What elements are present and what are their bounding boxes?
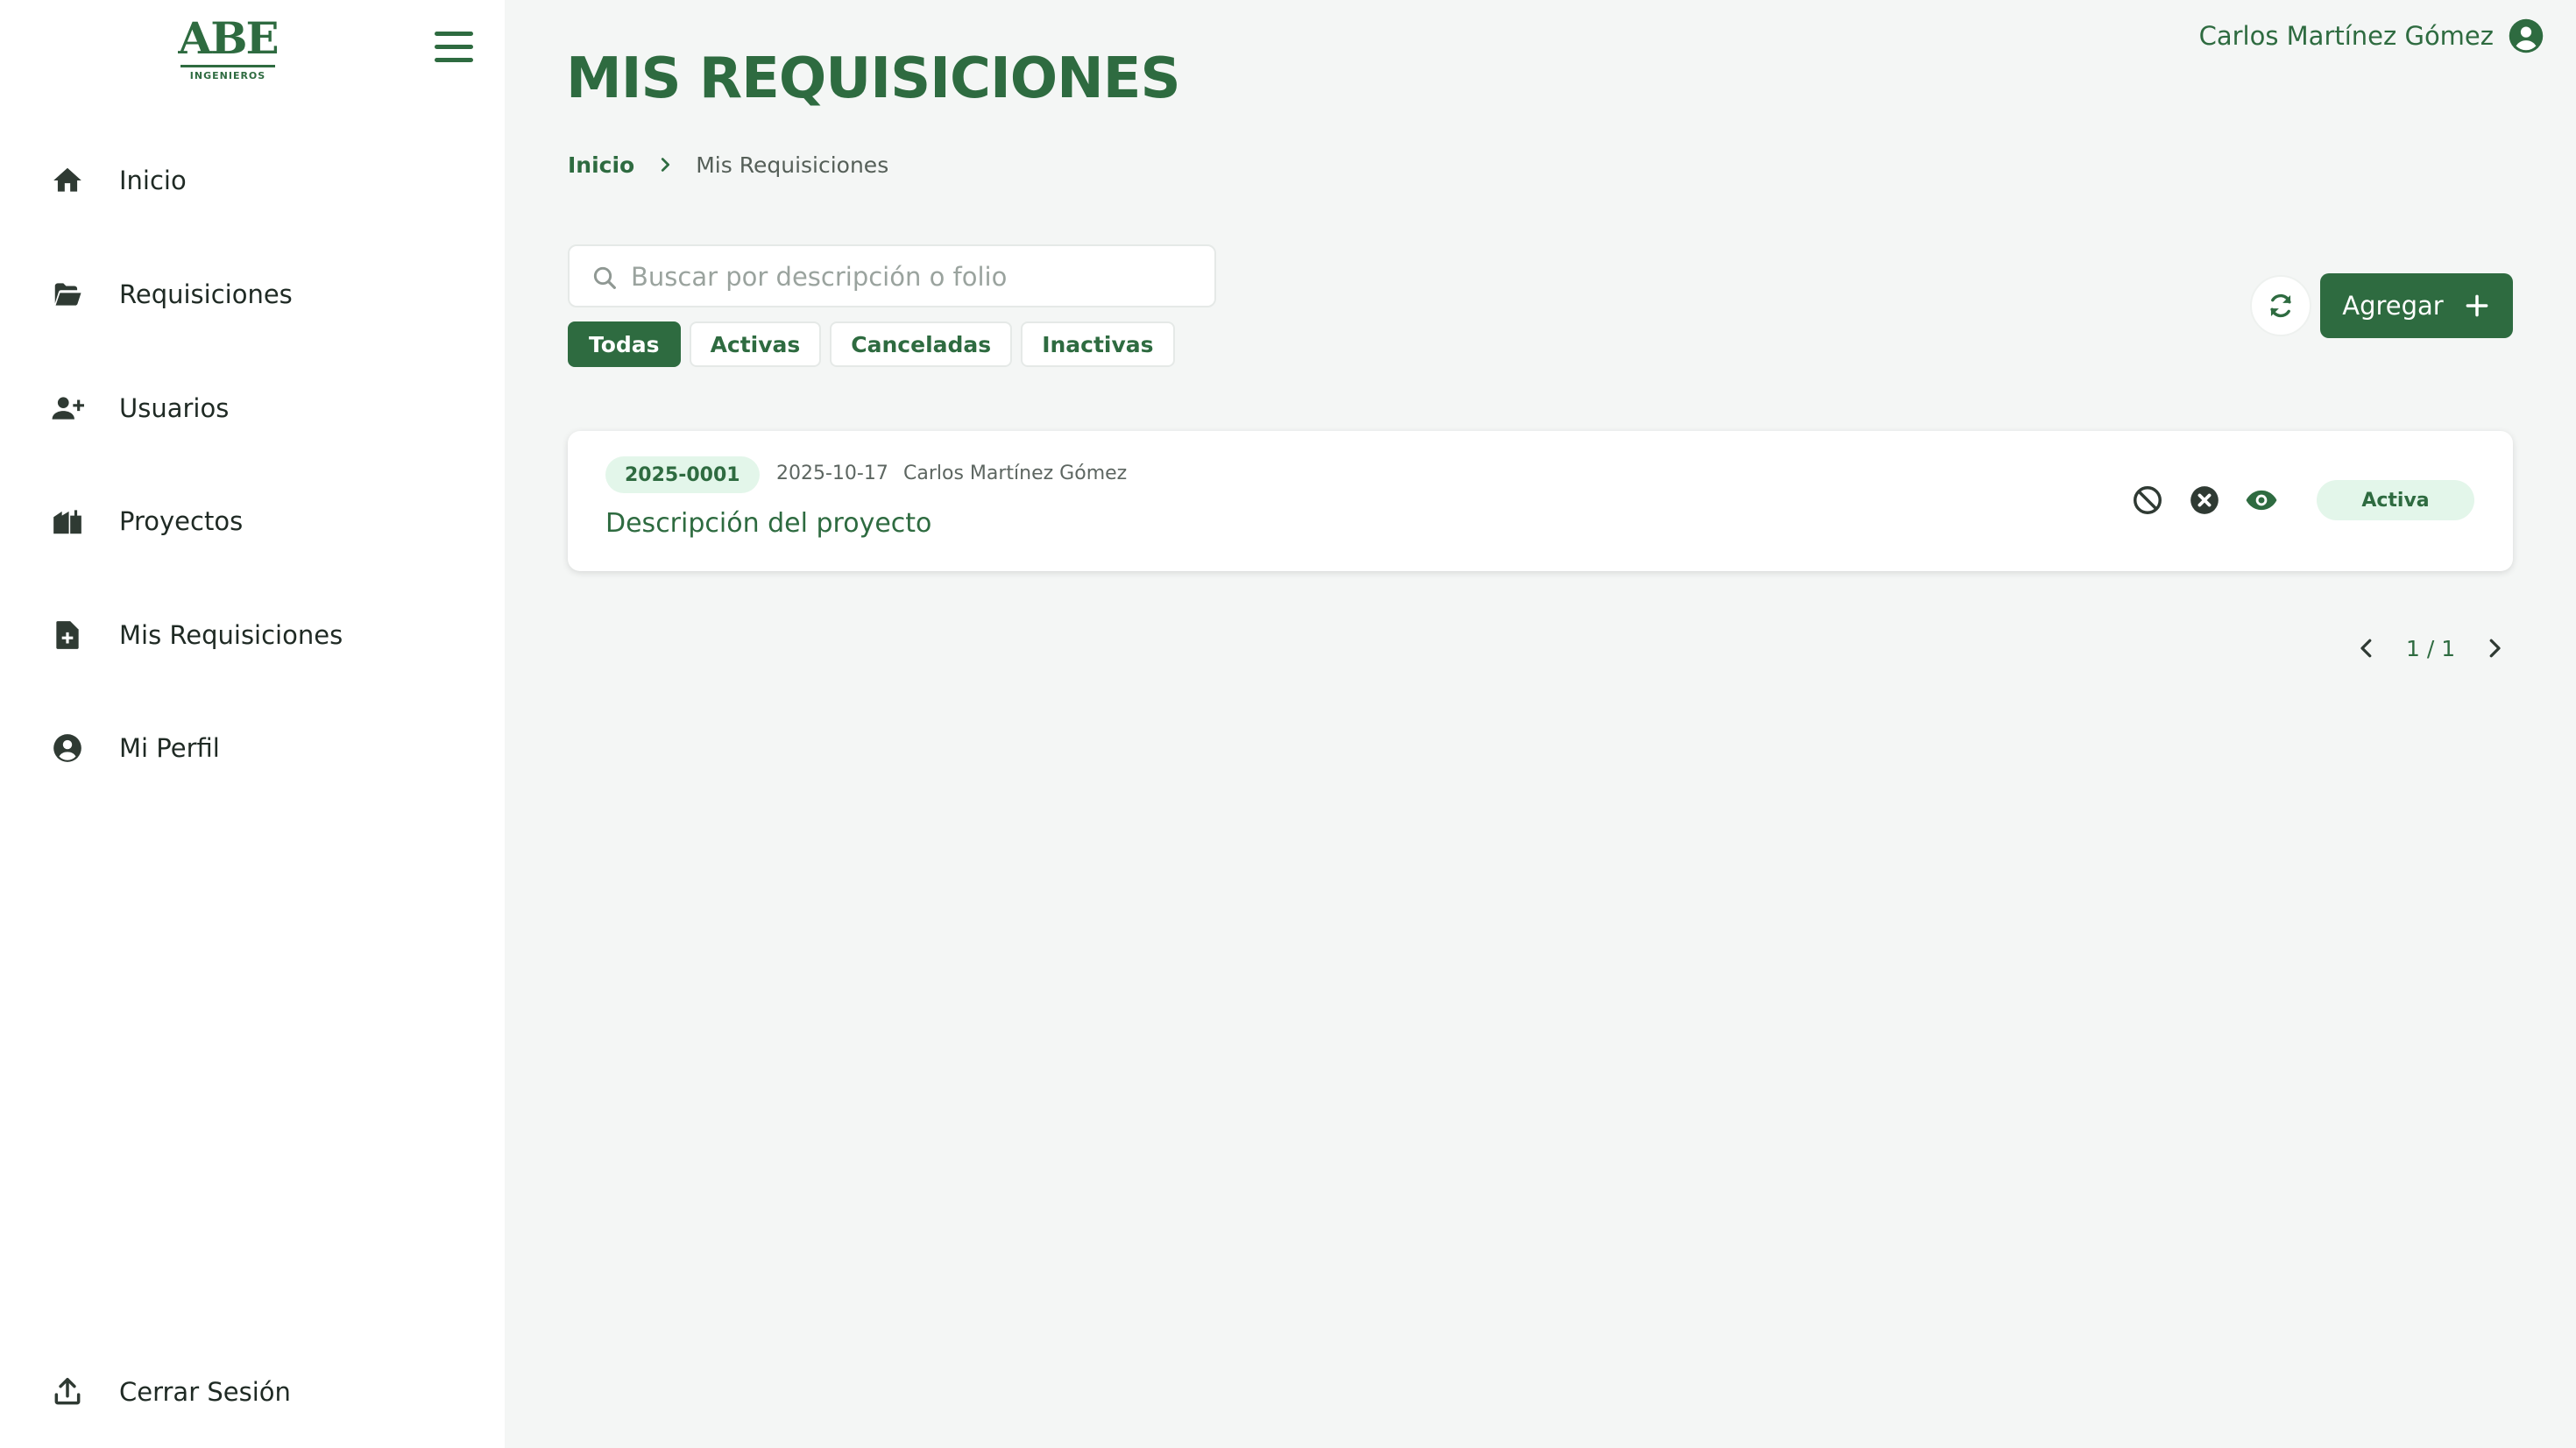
upload-icon [51,1375,84,1409]
sidebar-item-mis-requisiciones[interactable]: Mis Requisiciones [0,595,505,674]
folder-open-icon [51,278,84,311]
logout-label: Cerrar Sesión [119,1377,291,1407]
sidebar-item-label: Mi Perfil [119,733,220,763]
requisition-description: Descripción del proyecto [605,508,932,539]
sidebar-item-inicio[interactable]: Inicio [0,140,505,219]
chevron-right-icon [655,155,675,174]
user-name: Carlos Martínez Gómez [2198,21,2494,51]
home-icon [51,164,84,197]
sidebar-item-label: Requisiciones [119,279,293,309]
filter-todas[interactable]: Todas [568,321,681,367]
add-button-label: Agregar [2342,291,2444,321]
filter-inactivas[interactable]: Inactivas [1021,321,1175,367]
logo-underline [180,65,275,67]
add-button[interactable]: Agregar [2320,273,2513,338]
breadcrumb: Inicio Mis Requisiciones [568,149,888,180]
sidebar-item-label: Mis Requisiciones [119,620,343,650]
logo-subtext: INGENIEROS [189,70,266,81]
user-avatar-icon [2508,18,2544,54]
sidebar-item-label: Proyectos [119,506,244,536]
app-root: ABE INGENIEROS Inicio Requisiciones Usua… [0,0,2576,1448]
prev-page-icon[interactable] [2353,635,2380,661]
file-plus-icon [51,618,84,652]
breadcrumb-home-link[interactable]: Inicio [568,152,634,178]
status-badge: Activa [2317,480,2474,520]
plus-icon [2463,292,2491,320]
search-input[interactable] [631,255,1200,299]
logout-button[interactable]: Cerrar Sesión [0,1352,505,1430]
hamburger-menu-icon[interactable] [433,30,475,65]
sidebar-item-mi-perfil[interactable]: Mi Perfil [0,708,505,787]
requisition-author: Carlos Martínez Gómez [903,463,1128,484]
sidebar: ABE INGENIEROS Inicio Requisiciones Usua… [0,0,505,1448]
filter-activas[interactable]: Activas [689,321,822,367]
refresh-button[interactable] [2250,275,2311,336]
sidebar-item-label: Usuarios [119,393,230,423]
sidebar-item-proyectos[interactable]: Proyectos [0,481,505,560]
search-icon [591,264,619,292]
company-logo[interactable]: ABE INGENIEROS [175,12,280,84]
search-box [568,244,1216,307]
page-title: MIS REQUISICIONES [566,46,1181,111]
sidebar-item-label: Inicio [119,166,187,195]
logo-text: ABE [178,12,279,64]
filter-canceladas[interactable]: Canceladas [830,321,1013,367]
folio-badge: 2025-0001 [605,456,760,493]
requisition-date: 2025-10-17 [776,463,888,484]
user-plus-icon [51,392,84,425]
user-circle-icon [51,731,84,765]
user-menu[interactable]: Carlos Martínez Gómez [2199,16,2544,56]
cancel-icon[interactable] [2188,484,2221,517]
pagination: 1 / 1 [2353,631,2508,666]
city-icon [51,505,84,538]
status-filter-tabs: Todas Activas Canceladas Inactivas [568,321,1175,367]
page-indicator: 1 / 1 [2406,635,2456,661]
view-eye-icon[interactable] [2245,484,2278,517]
refresh-icon [2266,291,2296,321]
requisition-card[interactable]: 2025-0001 2025-10-17 Carlos Martínez Góm… [568,431,2513,571]
deactivate-icon[interactable] [2131,484,2164,517]
sidebar-item-usuarios[interactable]: Usuarios [0,368,505,447]
next-page-icon[interactable] [2481,635,2508,661]
breadcrumb-current: Mis Requisiciones [696,152,889,178]
sidebar-item-requisiciones[interactable]: Requisiciones [0,254,505,333]
